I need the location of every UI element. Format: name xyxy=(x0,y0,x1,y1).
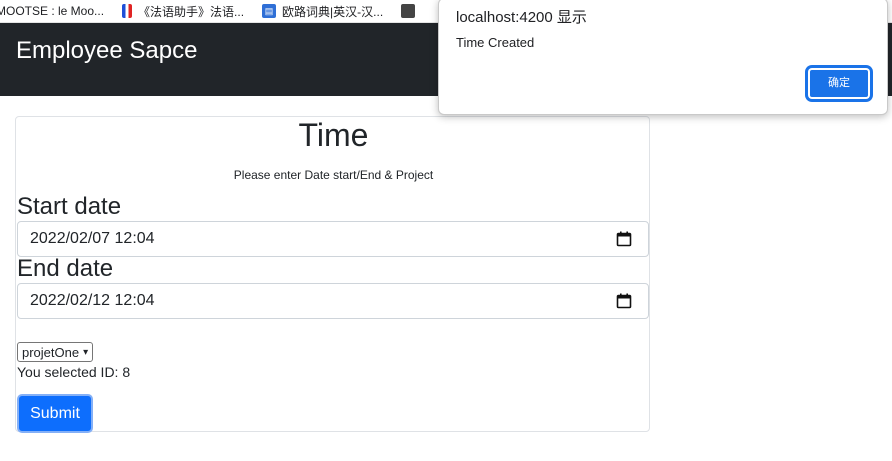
navbar-brand[interactable]: Employee Sapce xyxy=(16,37,197,65)
france-flag-icon xyxy=(122,4,133,18)
bookmark-label: 《法语助手》法语... xyxy=(138,4,245,19)
alert-origin: localhost:4200 显示 xyxy=(456,9,587,26)
time-form-card: Time Please enter Date start/End & Proje… xyxy=(15,116,650,433)
selected-id-text: You selected ID: 8 xyxy=(17,364,131,380)
project-select-value: projetOne xyxy=(22,344,80,360)
alert-message: Time Created xyxy=(456,35,535,50)
project-select[interactable]: projetOne ▾ xyxy=(17,342,94,362)
alert-ok-button[interactable]: 确定 xyxy=(808,68,870,99)
bookmark-icon xyxy=(401,4,416,18)
start-date-value: 2022/02/07 12:04 xyxy=(30,230,155,247)
start-date-input[interactable]: 2022/02/07 12:04 xyxy=(17,221,649,257)
bookmark-item[interactable]: MOOTSE : le Moo... xyxy=(0,4,104,18)
bookmark-label: MOOTSE : le Moo... xyxy=(0,4,105,18)
bookmark-label: 欧路词典|英汉-汉... xyxy=(282,4,384,19)
form-subtitle: Please enter Date start/End & Project xyxy=(233,168,434,182)
bookmark-item[interactable]: 《法语助手》法语... xyxy=(122,3,244,20)
chevron-down-icon: ▾ xyxy=(83,346,89,358)
calendar-icon[interactable] xyxy=(616,231,632,247)
end-date-value: 2022/02/12 12:04 xyxy=(30,292,155,309)
alert-dialog: localhost:4200 显示 Time Created 确定 xyxy=(438,0,888,115)
dictionary-icon: ▤ xyxy=(262,4,277,18)
bookmark-item[interactable]: ▤ 欧路词典|英汉-汉... xyxy=(262,3,383,20)
form-title: Time xyxy=(298,117,369,153)
submit-button[interactable]: Submit xyxy=(17,394,93,433)
end-date-label: End date xyxy=(17,255,114,282)
calendar-icon[interactable] xyxy=(616,293,632,309)
start-date-label: Start date xyxy=(17,193,122,220)
end-date-input[interactable]: 2022/02/12 12:04 xyxy=(17,283,649,319)
bookmark-item[interactable] xyxy=(401,4,421,18)
